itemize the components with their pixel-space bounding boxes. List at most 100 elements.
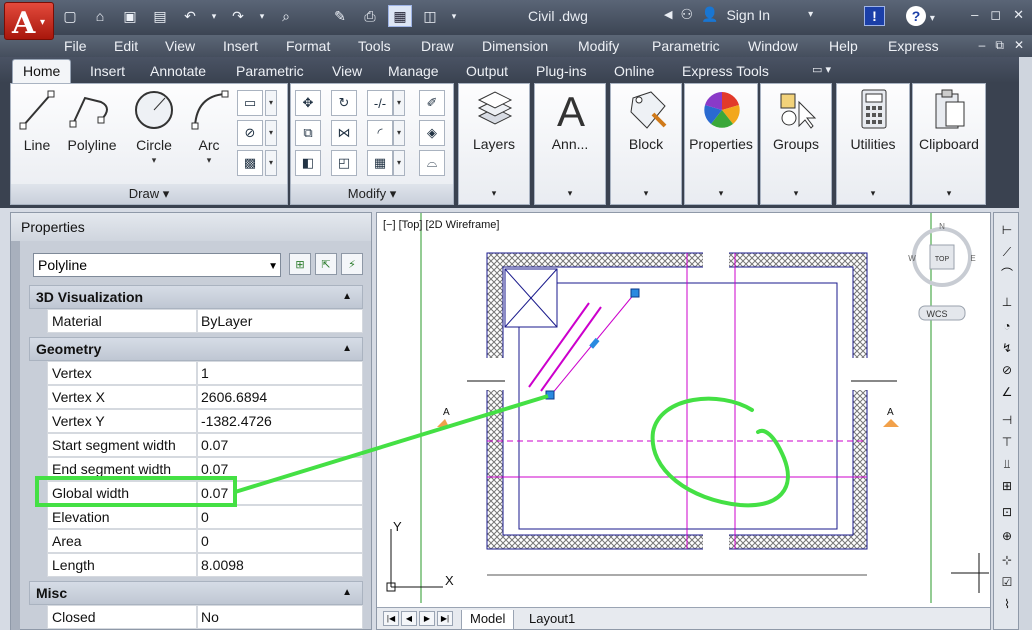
utilities-panel[interactable]: Utilities ▾ <box>836 83 910 205</box>
sign-in-dropdown-icon[interactable]: ▾ <box>808 9 813 20</box>
rectangle-icon[interactable]: ▭ <box>237 90 263 116</box>
tab-online[interactable]: Online <box>614 63 654 79</box>
menu-tools[interactable]: Tools <box>358 38 391 54</box>
match-properties-icon[interactable]: ✎ <box>328 5 352 27</box>
tab-home[interactable]: Home <box>12 59 72 83</box>
close-icon[interactable]: ✕ <box>1013 7 1024 23</box>
inspect-icon[interactable]: ☑ <box>997 573 1017 592</box>
explode-icon[interactable]: ◈ <box>419 120 445 146</box>
stretch-icon[interactable]: ◧ <box>295 150 321 176</box>
undo-dropdown-icon[interactable]: ▾ <box>208 5 220 27</box>
sign-in-link[interactable]: Sign In <box>726 7 770 23</box>
radius-icon[interactable]: ◔ <box>997 317 1017 336</box>
tab-parametric[interactable]: Parametric <box>236 63 304 79</box>
property-row-area[interactable]: Area 0 <box>47 529 363 553</box>
category-3d-visualization[interactable]: 3D Visualization ▲ <box>29 285 363 309</box>
undo-icon[interactable]: ↶ <box>178 5 202 27</box>
rectangle-dropdown-icon[interactable]: ▾ <box>265 90 277 116</box>
drawing-minimize-icon[interactable]: – <box>979 38 986 53</box>
modify-panel-title[interactable]: Modify ▾ <box>291 184 453 204</box>
linear-dimension-icon[interactable]: ⊢ <box>997 221 1017 240</box>
circle-dropdown-icon[interactable]: ▾ <box>129 155 179 166</box>
menu-window[interactable]: Window <box>748 38 798 54</box>
menu-dimension[interactable]: Dimension <box>482 38 548 54</box>
help-icon[interactable]: ? ▾ <box>906 6 935 26</box>
dimension-break-icon[interactable]: ⊡ <box>997 503 1017 522</box>
trim-dropdown-icon[interactable]: ▾ <box>393 90 405 116</box>
plot-icon[interactable]: ⎙ <box>358 5 382 27</box>
property-value[interactable]: 0.07 <box>197 433 363 457</box>
fillet-dropdown-icon[interactable]: ▾ <box>393 120 405 146</box>
tab-view[interactable]: View <box>332 63 362 79</box>
menu-modify[interactable]: Modify <box>578 38 619 54</box>
save-icon[interactable]: ▣ <box>118 5 142 27</box>
block-dropdown-icon[interactable]: ▾ <box>611 188 681 199</box>
property-value[interactable]: 0 <box>197 505 363 529</box>
quick-dimension-icon[interactable]: ⊣ <box>997 411 1017 430</box>
rotate-icon[interactable]: ↻ <box>331 90 357 116</box>
category-geometry[interactable]: Geometry ▲ <box>29 337 363 361</box>
properties-palette-title[interactable]: Properties <box>11 213 371 241</box>
property-row-end-width[interactable]: End segment width 0.07 <box>47 457 363 481</box>
menu-file[interactable]: File <box>64 38 87 54</box>
next-tab-icon[interactable]: ▶ <box>419 611 435 626</box>
property-row-vertex-y[interactable]: Vertex Y -1382.4726 <box>47 409 363 433</box>
tab-annotate[interactable]: Annotate <box>150 63 206 79</box>
property-value[interactable]: -1382.4726 <box>197 409 363 433</box>
drawing-close-icon[interactable]: ✕ <box>1014 38 1024 53</box>
jogged-linear-icon[interactable]: ⌇ <box>997 595 1017 614</box>
properties-dropdown-icon[interactable]: ▾ <box>685 188 757 199</box>
trim-icon[interactable]: -/- <box>367 90 393 116</box>
property-row-global-width[interactable]: Global width 0.07 <box>47 481 363 505</box>
redo-dropdown-icon[interactable]: ▾ <box>256 5 268 27</box>
clipboard-dropdown-icon[interactable]: ▾ <box>913 188 985 199</box>
prev-tab-icon[interactable]: ◀ <box>401 611 417 626</box>
exchange-icon[interactable]: ! <box>864 6 885 26</box>
polyline-tool[interactable]: Polyline <box>63 88 121 153</box>
menu-express[interactable]: Express <box>888 38 939 54</box>
category-misc[interactable]: Misc ▲ <box>29 581 363 605</box>
property-row-closed[interactable]: Closed No <box>47 605 363 629</box>
property-value[interactable]: 0.07 <box>197 481 363 505</box>
property-row-elevation[interactable]: Elevation 0 <box>47 505 363 529</box>
layers-dropdown-icon[interactable]: ▾ <box>459 188 529 199</box>
groups-dropdown-icon[interactable]: ▾ <box>761 188 831 199</box>
menu-parametric[interactable]: Parametric <box>652 38 720 54</box>
hatch-icon[interactable]: ⊘ <box>237 120 263 146</box>
workspace-icon[interactable]: ◫ <box>418 5 442 27</box>
drawing-canvas[interactable]: A A Y X TOP N W E WCS <box>377 213 992 609</box>
menu-view[interactable]: View <box>165 38 195 54</box>
utilities-dropdown-icon[interactable]: ▾ <box>837 188 909 199</box>
block-panel[interactable]: Block ▾ <box>610 83 682 205</box>
arc-dropdown-icon[interactable]: ▾ <box>187 155 231 166</box>
property-row-vertex[interactable]: Vertex 1 <box>47 361 363 385</box>
mirror-icon[interactable]: ⋈ <box>331 120 357 146</box>
scale-icon[interactable]: ◰ <box>331 150 357 176</box>
tab-manage[interactable]: Manage <box>388 63 439 79</box>
arc-length-icon[interactable]: ⌒ <box>997 265 1017 284</box>
clipboard-panel[interactable]: Clipboard ▾ <box>912 83 986 205</box>
binoculars-icon[interactable]: ⚇ <box>680 6 693 23</box>
open-icon[interactable]: ⌂ <box>88 5 112 27</box>
menu-insert[interactable]: Insert <box>223 38 258 54</box>
quick-select-icon[interactable]: ⚡ <box>341 253 363 275</box>
last-tab-icon[interactable]: ▶| <box>437 611 453 626</box>
select-objects-icon[interactable]: ⇱ <box>315 253 337 275</box>
groups-panel[interactable]: Groups ▾ <box>760 83 832 205</box>
array-dropdown-icon[interactable]: ▾ <box>393 150 405 176</box>
tab-plug-ins[interactable]: Plug-ins <box>536 63 587 79</box>
copy-icon[interactable]: ⧉ <box>295 120 321 146</box>
aligned-dimension-icon[interactable]: ⟋ <box>997 243 1017 262</box>
annotation-dropdown-icon[interactable]: ▾ <box>535 188 605 199</box>
inner-room[interactable] <box>518 282 838 530</box>
tab-insert[interactable]: Insert <box>90 63 125 79</box>
menu-draw[interactable]: Draw <box>421 38 454 54</box>
toggle-pickadd-icon[interactable]: ⊞ <box>289 253 311 275</box>
tolerance-icon[interactable]: ⊕ <box>997 527 1017 546</box>
center-mark-icon[interactable]: ⊹ <box>997 551 1017 570</box>
minimize-icon[interactable]: – <box>971 7 978 23</box>
circle-tool[interactable]: Circle ▾ <box>129 88 179 166</box>
property-row-length[interactable]: Length 8.0098 <box>47 553 363 577</box>
tab-layout1[interactable]: Layout1 <box>529 610 575 630</box>
baseline-icon[interactable]: ⊤ <box>997 433 1017 452</box>
